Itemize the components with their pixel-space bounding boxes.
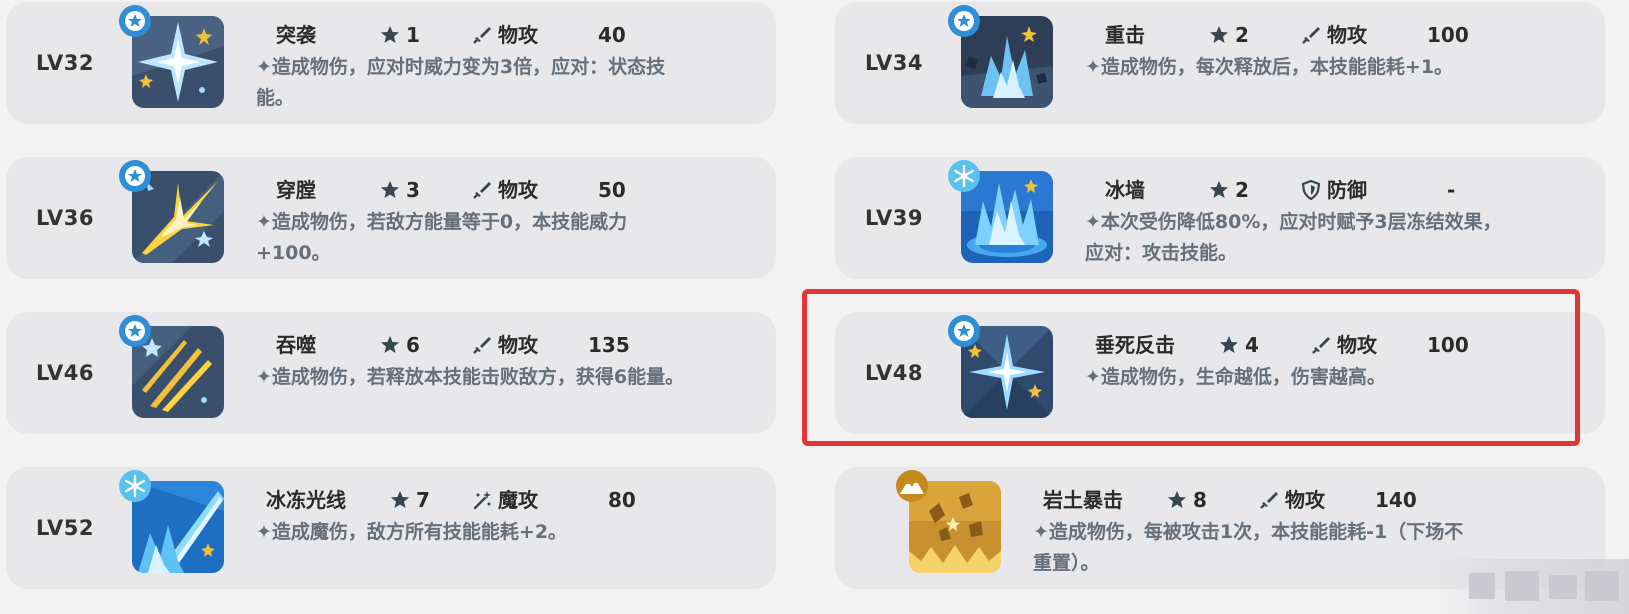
skill-stats: 岩土暴击 8 物攻 140: [1043, 485, 1583, 515]
skill-stats: 冰墙 2 防御 -: [1105, 175, 1585, 205]
skill-card[interactable]: LV36 穿膛 3 物攻 50 ✦造成物伤，若敌方能量等于0，本技能威力 +10…: [6, 157, 776, 279]
skill-cost: 6: [406, 333, 420, 357]
skill-power: 140: [1375, 488, 1417, 512]
energy-star-icon: [1167, 490, 1187, 510]
skill-stats: 吞噬 6 物攻 135: [276, 330, 756, 360]
skill-card[interactable]: LV52 冰冻光线 7 魔攻 80 ✦造成魔伤，敌方所有技能能耗+2。: [6, 467, 776, 589]
description-line: ✦造成物伤，每被攻击1次，本技能能耗-1（下场不: [1033, 521, 1464, 543]
skill-level: LV46: [36, 361, 94, 385]
skill-name: 吞噬: [276, 333, 316, 357]
skill-power: 50: [598, 178, 626, 202]
skill-name: 岩土暴击: [1043, 488, 1123, 512]
skill-description: ✦造成物伤，若释放本技能击败敌方，获得6能量。: [256, 362, 766, 393]
skill-description: ✦造成物伤，若敌方能量等于0，本技能威力 +100。: [256, 207, 756, 269]
skill-name: 突袭: [276, 23, 316, 47]
skill-power: 135: [588, 333, 630, 357]
snowflake-badge-icon: [947, 159, 981, 193]
skill-level: LV52: [36, 516, 94, 540]
skill-cost: 2: [1235, 178, 1249, 202]
star-badge-icon: [118, 4, 152, 38]
skill-cost: 7: [416, 488, 430, 512]
skill-type: 物攻: [1327, 23, 1367, 47]
highlight-frame: [802, 289, 1580, 446]
skill-type: 物攻: [498, 333, 538, 357]
skill-description: ✦造成魔伤，敌方所有技能能耗+2。: [256, 517, 756, 548]
sword-icon: [472, 180, 492, 200]
skill-icon: [948, 5, 1053, 108]
energy-star-icon: [380, 25, 400, 45]
skill-power: 40: [598, 23, 626, 47]
skill-icon: [896, 470, 1001, 573]
skill-power: 80: [608, 488, 636, 512]
description-line: ✦造成物伤，若敌方能量等于0，本技能威力: [256, 211, 628, 233]
skill-power: -: [1447, 178, 1456, 202]
snowflake-badge-icon: [118, 469, 152, 503]
magic-wand-icon: [472, 490, 492, 510]
star-badge-icon: [118, 314, 152, 348]
skill-type: 物攻: [1285, 488, 1325, 512]
skill-name: 穿膛: [276, 178, 316, 202]
description-line: 能。: [256, 87, 295, 109]
mountain-badge-icon: [895, 469, 929, 503]
energy-star-icon: [1209, 180, 1229, 200]
description-line: ✦造成物伤，应对时威力变为3倍，应对：状态技: [256, 56, 666, 78]
sword-icon: [1301, 25, 1321, 45]
skill-level: LV34: [865, 51, 923, 75]
description-line: ✦造成物伤，若释放本技能击败敌方，获得6能量。: [256, 366, 685, 388]
skill-stats: 冰冻光线 7 魔攻 80: [266, 485, 756, 515]
skill-icon: [119, 160, 224, 263]
skill-card[interactable]: LV46 吞噬 6 物攻 135 ✦造成物伤，若释放本技能击败敌方，获得6能量。: [6, 312, 776, 434]
sword-icon: [472, 25, 492, 45]
skill-level: LV39: [865, 206, 923, 230]
skill-level: LV36: [36, 206, 94, 230]
description-line: +100。: [256, 242, 331, 264]
skill-description: ✦造成物伤，每次释放后，本技能能耗+1。: [1085, 52, 1585, 83]
skill-icon: [119, 5, 224, 108]
shield-icon: [1301, 180, 1321, 200]
skill-icon: [119, 315, 224, 418]
skill-type: 防御: [1327, 178, 1367, 202]
skill-stats: 突袭 1 物攻 40: [276, 20, 756, 50]
description-line: 应对：攻击技能。: [1085, 242, 1238, 264]
watermark: [1429, 559, 1629, 614]
star-badge-icon: [947, 4, 981, 38]
energy-star-icon: [390, 490, 410, 510]
skill-description: ✦造成物伤，应对时威力变为3倍，应对：状态技 能。: [256, 52, 756, 114]
skill-cost: 2: [1235, 23, 1249, 47]
sword-icon: [1259, 490, 1279, 510]
skill-icon: [948, 160, 1053, 263]
skill-card[interactable]: LV34 重击 2 物攻 100 ✦造成物伤，每次释放后，本技能能耗+1。: [835, 2, 1605, 124]
star-badge-icon: [118, 159, 152, 193]
skill-description: ✦本次受伤降低80%，应对时赋予3层冻结效果， 应对：攻击技能。: [1085, 207, 1585, 269]
skill-name: 冰冻光线: [266, 488, 346, 512]
skill-type: 魔攻: [498, 488, 538, 512]
skill-cost: 1: [406, 23, 420, 47]
energy-star-icon: [380, 180, 400, 200]
skill-card[interactable]: LV32 突袭 1 物攻 40 ✦造成物伤，应对时威力变为3倍，应对：状态技 能…: [6, 2, 776, 124]
description-line: ✦本次受伤降低80%，应对时赋予3层冻结效果，: [1085, 211, 1502, 233]
sword-icon: [472, 335, 492, 355]
skill-card[interactable]: LV39 冰墙 2 防御 - ✦本次受伤降低80%，应对时赋予3层冻结效果， 应…: [835, 157, 1605, 279]
energy-star-icon: [380, 335, 400, 355]
skill-cost: 3: [406, 178, 420, 202]
skill-stats: 穿膛 3 物攻 50: [276, 175, 756, 205]
skill-type: 物攻: [498, 23, 538, 47]
energy-star-icon: [1209, 25, 1229, 45]
description-line: ✦造成物伤，每次释放后，本技能能耗+1。: [1085, 56, 1454, 78]
skill-name: 冰墙: [1105, 178, 1145, 202]
skill-level: LV32: [36, 51, 94, 75]
skill-cost: 8: [1193, 488, 1207, 512]
skill-icon: [119, 470, 224, 573]
skill-stats: 重击 2 物攻 100: [1105, 20, 1585, 50]
skill-type: 物攻: [498, 178, 538, 202]
skill-name: 重击: [1105, 23, 1145, 47]
description-line: ✦造成魔伤，敌方所有技能能耗+2。: [256, 521, 568, 543]
skill-power: 100: [1427, 23, 1469, 47]
